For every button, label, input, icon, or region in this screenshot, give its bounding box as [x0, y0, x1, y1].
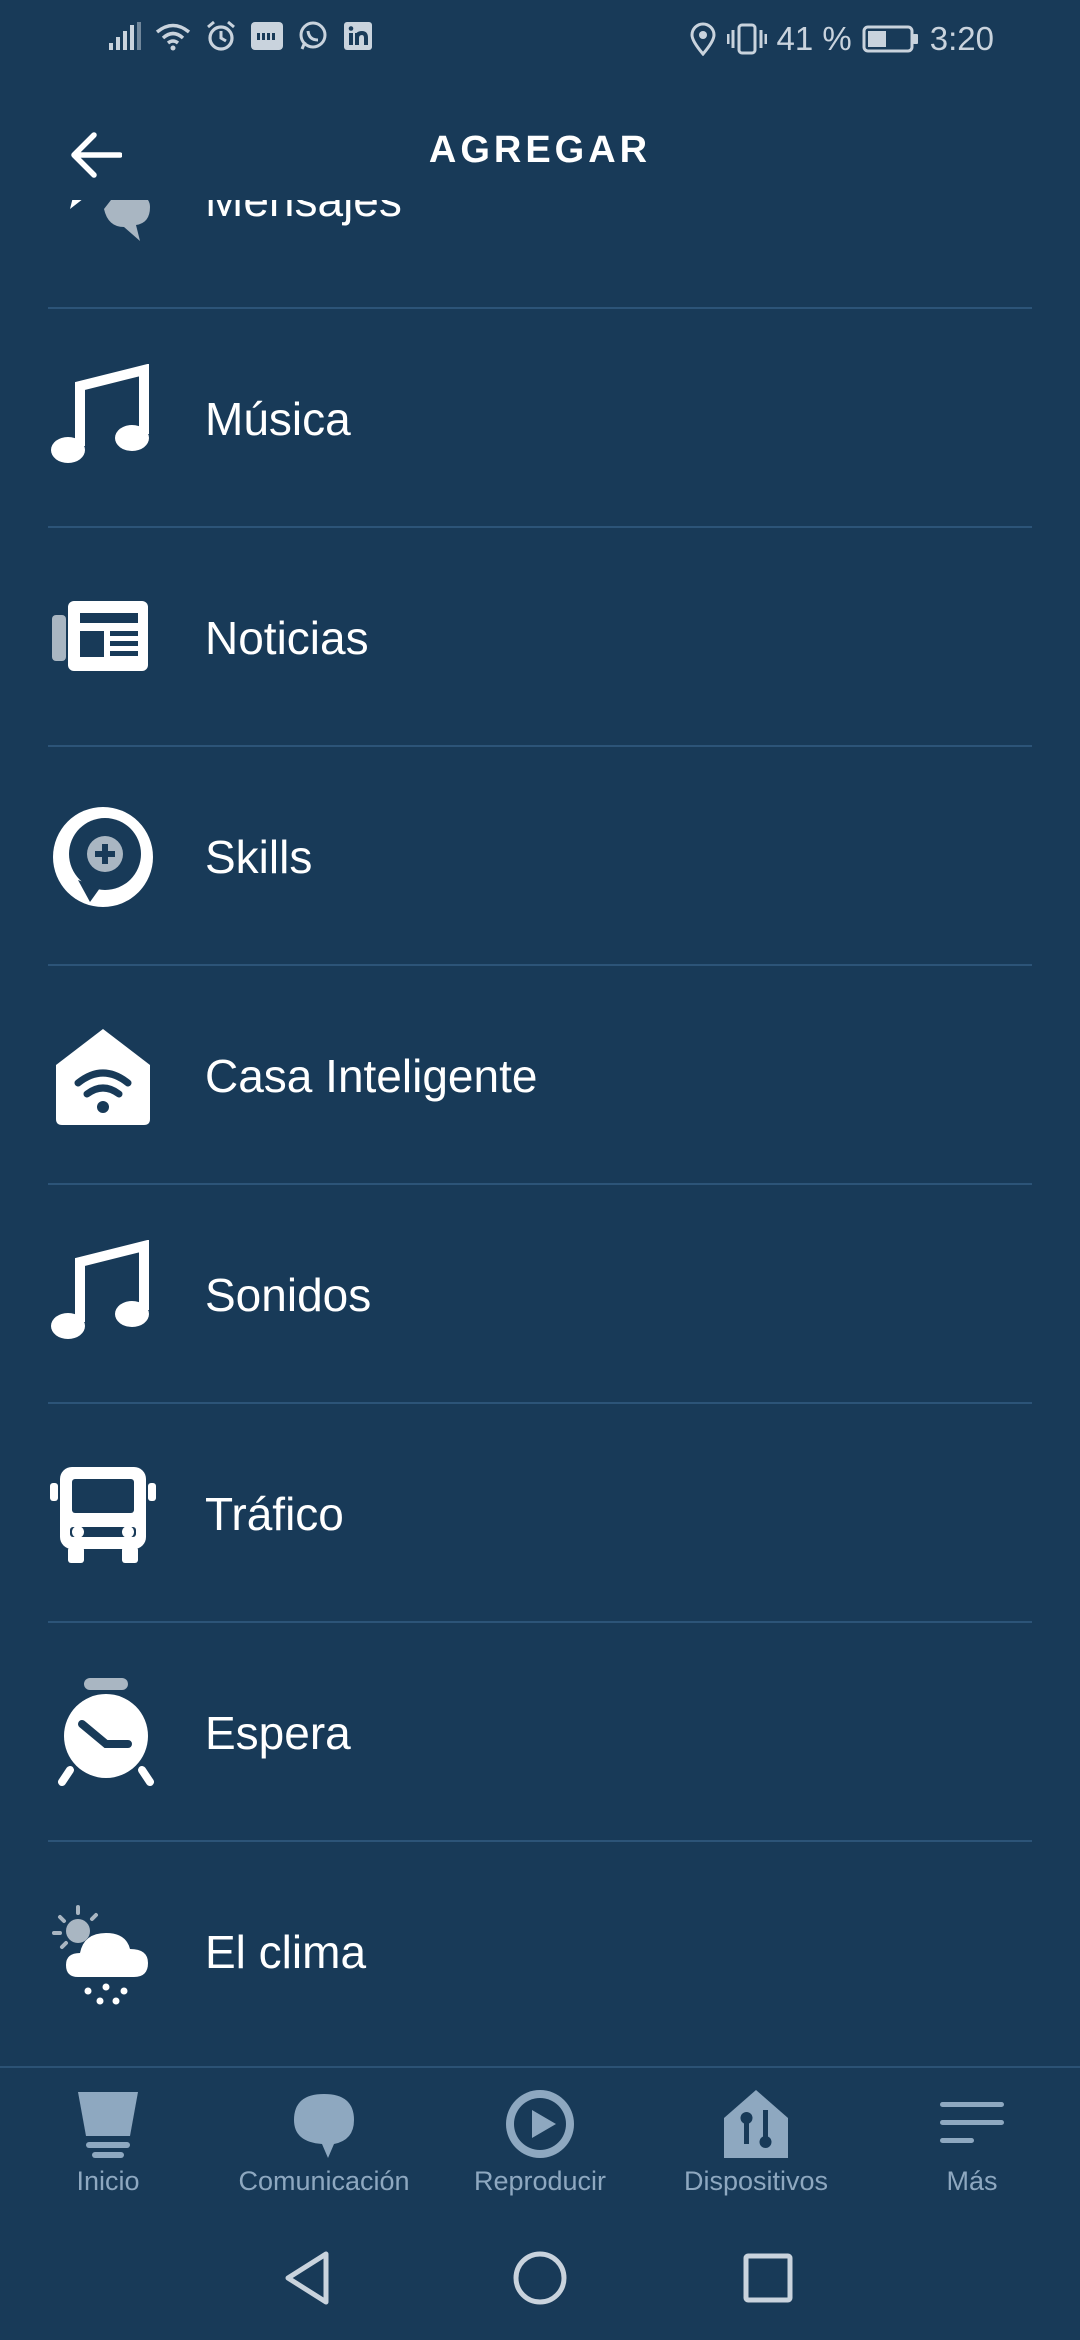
- system-navigation-bar: [0, 2218, 1080, 2340]
- newspaper-icon: [48, 583, 158, 693]
- back-triangle-icon: [285, 2251, 329, 2305]
- recents-square-icon: [743, 2253, 793, 2303]
- wifi-icon: [155, 23, 191, 51]
- tab-label: Comunicación: [238, 2166, 410, 2196]
- bus-icon: [48, 1459, 158, 1569]
- list-item-trafico[interactable]: Tráfico: [0, 1404, 1080, 1623]
- devices-icon: [720, 2088, 792, 2160]
- list-item-noticias[interactable]: Noticias: [0, 528, 1080, 747]
- weather-icon: [48, 1897, 158, 2007]
- tab-reproducir[interactable]: Reproducir: [432, 2068, 648, 2218]
- ifttt-icon: [251, 22, 283, 50]
- tab-label: Inicio: [76, 2166, 140, 2196]
- menu-icon: [936, 2088, 1008, 2160]
- skills-plus-icon: [48, 802, 158, 912]
- list-item-label: Sonidos: [205, 1268, 372, 1321]
- home-circle-icon: [513, 2251, 567, 2305]
- linkedin-icon: [344, 22, 372, 50]
- list-item-label: Noticias: [205, 611, 369, 664]
- bottom-navigation: Inicio Comunicación Reproducir Dispositi…: [0, 2066, 1080, 2218]
- list-item-espera[interactable]: Espera: [0, 1623, 1080, 1842]
- add-options-list[interactable]: Mensajes Música: [0, 200, 1080, 2066]
- list-item-casa-inteligente[interactable]: Casa Inteligente: [0, 966, 1080, 1185]
- system-back-button[interactable]: [268, 2238, 348, 2318]
- status-right-icons: 41 % 3:20: [689, 20, 994, 58]
- status-left-icons: [108, 20, 374, 52]
- status-bar: 41 % 3:20: [0, 0, 1080, 85]
- list-item-label: Casa Inteligente: [205, 1049, 538, 1102]
- messages-icon: [48, 200, 158, 255]
- whatsapp-icon: [299, 21, 327, 50]
- list-item-label: Espera: [205, 1706, 351, 1759]
- music-note-icon: [48, 1239, 158, 1350]
- list-item-label: Skills: [205, 830, 313, 883]
- battery-percent: 41 %: [776, 20, 852, 57]
- home-icon: [72, 2088, 144, 2160]
- music-note-icon: [48, 363, 158, 474]
- tab-label: Más: [946, 2166, 998, 2196]
- tab-inicio[interactable]: Inicio: [0, 2068, 216, 2218]
- system-home-button[interactable]: [500, 2238, 580, 2318]
- signal-icon: [109, 22, 141, 50]
- list-item-label: Tráfico: [205, 1487, 344, 1540]
- list-item-label: Mensajes: [205, 200, 402, 227]
- alarm-clock-icon: [48, 1677, 158, 1788]
- battery-icon: [862, 25, 918, 53]
- tab-label: Reproducir: [473, 2166, 607, 2196]
- list-item-sonidos[interactable]: Sonidos: [0, 1185, 1080, 1404]
- page-title: AGREGAR: [428, 129, 652, 171]
- list-item-skills[interactable]: Skills: [0, 747, 1080, 966]
- list-item-el-clima[interactable]: El clima: [0, 1842, 1080, 2061]
- tab-comunicacion[interactable]: Comunicación: [216, 2068, 432, 2218]
- tab-dispositivos[interactable]: Dispositivos: [648, 2068, 864, 2218]
- tab-label: Dispositivos: [683, 2166, 829, 2196]
- smart-home-icon: [48, 1021, 158, 1131]
- tab-mas[interactable]: Más: [864, 2068, 1080, 2218]
- system-recents-button[interactable]: [728, 2238, 808, 2318]
- location-icon: [690, 22, 716, 56]
- list-item-musica[interactable]: Música: [0, 309, 1080, 528]
- vibrate-icon: [726, 23, 767, 55]
- list-item-mensajes[interactable]: Mensajes: [0, 200, 1080, 309]
- play-icon: [504, 2088, 576, 2160]
- list-item-label: El clima: [205, 1925, 367, 1978]
- chat-bubble-icon: [288, 2088, 360, 2160]
- clock-time: 3:20: [929, 20, 994, 57]
- alarm-icon: [207, 20, 235, 51]
- list-item-label: Música: [205, 392, 351, 445]
- list-content: Mensajes Música: [0, 200, 1080, 2061]
